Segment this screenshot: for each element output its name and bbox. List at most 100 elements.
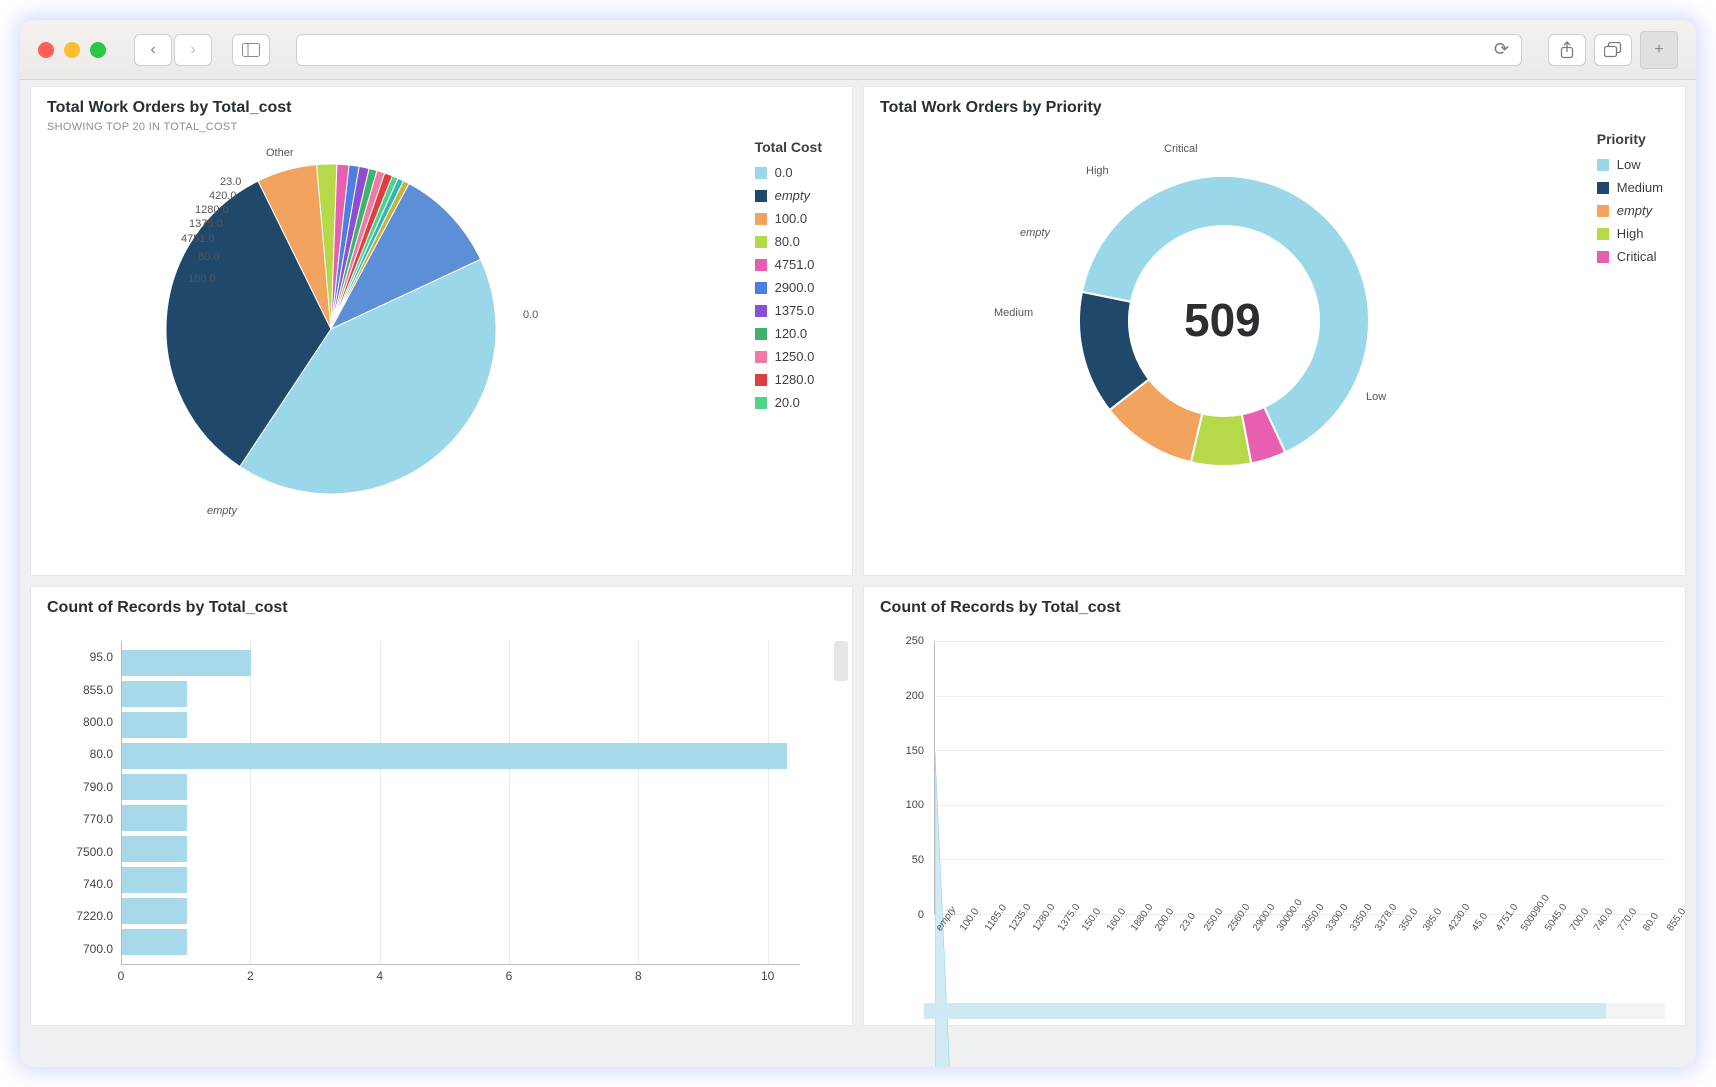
legend-item[interactable]: Medium [1597,180,1663,195]
legend-swatch [755,167,767,179]
bar[interactable] [122,867,187,893]
legend-item[interactable]: Critical [1597,249,1663,264]
callout-other: Other [266,147,294,159]
maximize-window-icon[interactable] [90,42,106,58]
legend-priority: Priority Low Medium empty High Critical [1597,131,1663,272]
legend-item[interactable]: 2900.0 [755,280,822,295]
card-title: Count of Records by Total_cost [31,587,852,621]
card-title: Total Work Orders by Priority [864,87,1685,121]
line-y-label: 100 [906,799,924,811]
callout-420: 420.0 [209,190,237,202]
share-icon [1559,41,1575,59]
vertical-scrollbar[interactable] [834,641,848,681]
bar[interactable] [122,774,187,800]
card-pie-total-cost: Total Work Orders by Total_cost SHOWING … [30,86,853,576]
legend-item[interactable]: 120.0 [755,326,822,341]
minimize-window-icon[interactable] [64,42,80,58]
bar-x-label: 10 [761,969,774,983]
bar[interactable] [122,712,187,738]
close-window-icon[interactable] [38,42,54,58]
bar[interactable] [122,836,187,862]
legend-label: 100.0 [775,211,808,226]
legend-label: 1250.0 [775,349,815,364]
card-content: 95.0855.0800.080.0790.0770.07500.0740.07… [31,621,852,1025]
bar-y-label: 7220.0 [51,909,113,923]
callout-0: 0.0 [523,309,538,321]
line-chart[interactable]: 250200150100500 empty100.01185.01235.012… [894,641,1665,985]
scrollbar-thumb[interactable] [924,1003,1606,1019]
bar[interactable] [122,743,787,769]
legend-total-cost: Total Cost 0.0empty100.080.04751.02900.0… [755,139,822,418]
legend-item[interactable]: 0.0 [755,165,822,180]
legend-label: empty [1617,203,1652,218]
legend-item[interactable]: 20.0 [755,395,822,410]
bar-x-label: 2 [247,969,254,983]
callout-23: 23.0 [220,176,241,188]
card-line-records-cost: Count of Records by Total_cost 250200150… [863,586,1686,1026]
legend-label: High [1617,226,1644,241]
bar[interactable] [122,805,187,831]
legend-label: empty [775,188,810,203]
bar-x-label: 8 [635,969,642,983]
bar-y-axis: 95.0855.0800.080.0790.0770.07500.0740.07… [51,641,121,965]
callout-empty: empty [207,505,237,517]
bar-chart[interactable]: 95.0855.0800.080.0790.0770.07500.0740.07… [51,641,812,1005]
bar-y-label: 700.0 [51,942,113,956]
url-bar[interactable]: ⟳ [296,34,1522,66]
legend-item[interactable]: 1375.0 [755,303,822,318]
legend-swatch [755,305,767,317]
nav-forward-button[interactable]: › [174,34,212,66]
legend-item[interactable]: 80.0 [755,234,822,249]
bar[interactable] [122,681,187,707]
legend-swatch [755,190,767,202]
legend-swatch [755,397,767,409]
card-content: 250200150100500 empty100.01185.01235.012… [864,621,1685,1025]
bar[interactable] [122,929,187,955]
line-y-label: 200 [906,690,924,702]
bar-y-label: 790.0 [51,780,113,794]
callout-medium: Medium [994,307,1033,319]
line-y-axis: 250200150100500 [894,641,928,915]
legend-label: 0.0 [775,165,793,180]
legend-item[interactable]: Low [1597,157,1663,172]
legend-item[interactable]: High [1597,226,1663,241]
pie-chart[interactable] [151,149,511,509]
legend-item[interactable]: empty [1597,203,1663,218]
line-y-label: 50 [912,854,924,866]
line-y-label: 0 [918,909,924,921]
tabs-button[interactable] [1594,34,1632,66]
chevron-left-icon: ‹ [150,41,155,59]
sidebar-icon [242,43,260,57]
toolbar-actions: + [1548,31,1678,69]
legend-label: Medium [1617,180,1663,195]
legend-label: 20.0 [775,395,800,410]
browser-toolbar: ‹ › ⟳ + [20,20,1696,80]
horizontal-scrollbar[interactable] [924,1003,1665,1019]
bar-plot-area [121,641,800,965]
callout-critical: Critical [1164,143,1198,155]
bar-y-label: 95.0 [51,650,113,664]
bar[interactable] [122,898,187,924]
legend-item[interactable]: empty [755,188,822,203]
legend-swatch [755,374,767,386]
callout-empty: empty [1020,227,1050,239]
legend-item[interactable]: 1250.0 [755,349,822,364]
donut-center-value: 509 [1184,293,1261,347]
legend-title: Priority [1597,131,1663,147]
legend-swatch [755,351,767,363]
legend-label: 4751.0 [775,257,815,272]
traffic-lights [38,42,106,58]
nav-back-button[interactable]: ‹ [134,34,172,66]
legend-swatch [755,259,767,271]
legend-item[interactable]: 100.0 [755,211,822,226]
callout-4751: 4751.0 [181,233,215,245]
share-button[interactable] [1548,34,1586,66]
reload-icon[interactable]: ⟳ [1494,39,1509,60]
new-tab-button[interactable]: + [1640,31,1678,69]
line-y-label: 250 [906,635,924,647]
bar[interactable] [122,650,251,676]
legend-item[interactable]: 4751.0 [755,257,822,272]
legend-item[interactable]: 1280.0 [755,372,822,387]
sidebar-toggle-button[interactable] [232,34,270,66]
callout-1280: 1280.0 [195,204,229,216]
